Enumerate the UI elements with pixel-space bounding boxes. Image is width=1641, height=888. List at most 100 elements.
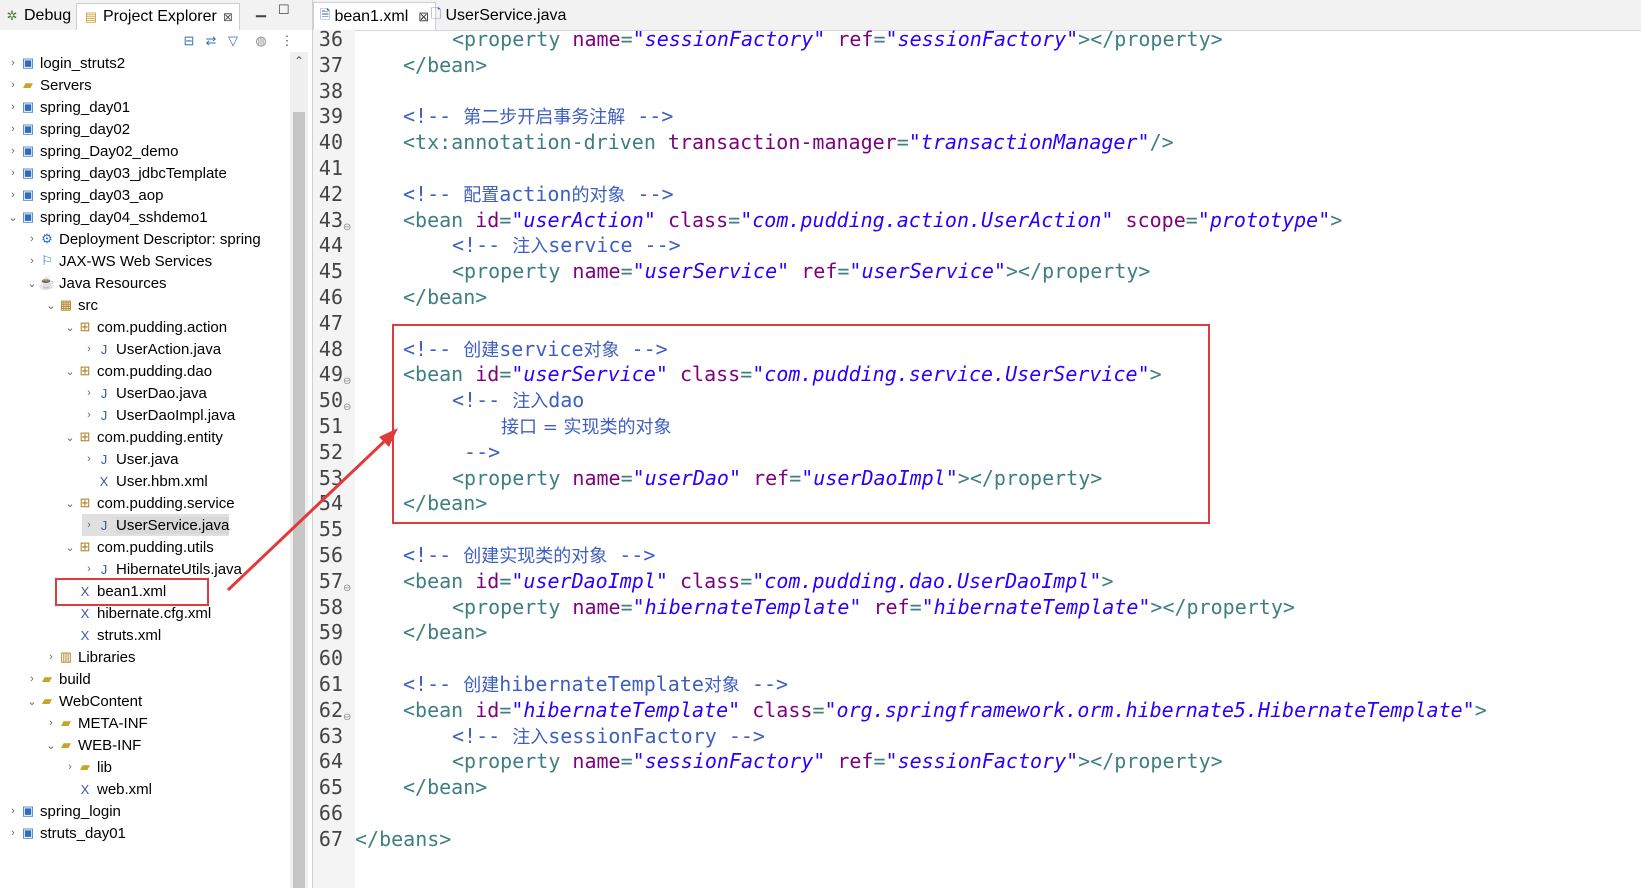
- chevron-down-icon[interactable]: ⌄: [63, 365, 77, 378]
- tree-item[interactable]: ⌄ ▦ src: [44, 294, 98, 316]
- tree-item[interactable]: ⌄ ⊞ com.pudding.utils: [63, 536, 213, 558]
- tree-item[interactable]: › J HibernateUtils.java: [82, 558, 242, 580]
- tree-item[interactable]: X User.hbm.xml: [82, 470, 208, 492]
- code-line[interactable]: 66: [313, 800, 1641, 826]
- chevron-right-icon[interactable]: ›: [82, 519, 96, 531]
- tree-item[interactable]: › ▣ spring_Day02_demo: [6, 140, 178, 162]
- code-line[interactable]: 36 <property name="sessionFactory" ref="s…: [313, 30, 1641, 52]
- code-line[interactable]: 57 ⊖ <bean id="userDaoImpl" class="com.pud…: [313, 568, 1641, 594]
- chevron-down-icon[interactable]: ⌄: [63, 541, 77, 554]
- tab-debug[interactable]: ✲ Debug: [4, 3, 72, 29]
- chevron-right-icon[interactable]: ›: [82, 409, 96, 421]
- chevron-right-icon[interactable]: ›: [6, 805, 20, 817]
- chevron-right-icon[interactable]: ›: [6, 123, 20, 135]
- chevron-right-icon[interactable]: ›: [6, 101, 20, 113]
- chevron-right-icon[interactable]: ›: [25, 233, 39, 245]
- tree-item[interactable]: › ⚙ Deployment Descriptor: spring: [25, 228, 261, 250]
- tree-item[interactable]: ⌄ ☕ Java Resources: [25, 272, 166, 294]
- tree-item[interactable]: › J UserService.java: [82, 514, 230, 536]
- view-menu-icon[interactable]: ⋮: [278, 32, 296, 50]
- tree-item[interactable]: › ▰ build: [25, 668, 91, 690]
- minimize-icon[interactable]: ▁: [256, 2, 266, 18]
- code-line[interactable]: 40 <tx:annotation-driven transaction-mana…: [313, 129, 1641, 155]
- close-icon[interactable]: ⊠: [223, 10, 233, 24]
- tab-userservice-java[interactable]: 🗋 UserService.java: [425, 2, 572, 29]
- chevron-right-icon[interactable]: ›: [25, 255, 39, 267]
- chevron-up-icon[interactable]: ⌃: [290, 52, 308, 70]
- code-line[interactable]: 63 <!-- 注入sessionFactory -->: [313, 723, 1641, 749]
- tree-item[interactable]: › ▣ spring_login: [6, 800, 121, 822]
- tree-item[interactable]: ⌄ ⊞ com.pudding.dao: [63, 360, 212, 382]
- code-line[interactable]: 38: [313, 78, 1641, 104]
- tree-item[interactable]: › ▰ META-INF: [44, 712, 148, 734]
- code-line[interactable]: 45 <property name="userService" ref="user…: [313, 258, 1641, 284]
- chevron-right-icon[interactable]: ›: [63, 761, 77, 773]
- code-line[interactable]: 56 <!-- 创建实现类的对象 -->: [313, 542, 1641, 568]
- chevron-down-icon[interactable]: ⌄: [25, 695, 39, 708]
- chevron-right-icon[interactable]: ›: [6, 145, 20, 157]
- chevron-right-icon[interactable]: ›: [6, 167, 20, 179]
- code-line[interactable]: 64 <property name="sessionFactory" ref="s…: [313, 748, 1641, 774]
- collapse-all-icon[interactable]: ⊟: [180, 32, 198, 50]
- tab-bean1-xml[interactable]: 🗎 bean1.xml ⊠: [313, 2, 437, 30]
- chevron-right-icon[interactable]: ›: [82, 387, 96, 399]
- code-line[interactable]: 59 </bean>: [313, 619, 1641, 645]
- chevron-right-icon[interactable]: ›: [6, 827, 20, 839]
- chevron-right-icon[interactable]: ›: [82, 453, 96, 465]
- chevron-down-icon[interactable]: ⌄: [6, 211, 20, 224]
- tree-item[interactable]: › J User.java: [82, 448, 178, 470]
- tree-item[interactable]: › J UserDaoImpl.java: [82, 404, 235, 426]
- code-line[interactable]: 41: [313, 155, 1641, 181]
- tree-scrollbar[interactable]: ⌃: [290, 52, 308, 888]
- chevron-right-icon[interactable]: ›: [6, 79, 20, 91]
- tree-item[interactable]: › ▥ Libraries: [44, 646, 135, 668]
- code-line[interactable]: 61 <!-- 创建hibernateTemplate对象 -->: [313, 671, 1641, 697]
- code-line[interactable]: 43 ⊖ <bean id="userAction" class="com.pudd…: [313, 207, 1641, 233]
- chevron-right-icon[interactable]: ›: [82, 343, 96, 355]
- chevron-right-icon[interactable]: ›: [6, 57, 20, 69]
- tree-item[interactable]: ⌄ ⊞ com.pudding.service: [63, 492, 234, 514]
- tree-item[interactable]: ⌄ ⊞ com.pudding.action: [63, 316, 227, 338]
- chevron-right-icon[interactable]: ›: [82, 563, 96, 575]
- tree-item[interactable]: › ▣ login_struts2: [6, 52, 125, 74]
- code-line[interactable]: 46 </bean>: [313, 284, 1641, 310]
- chevron-down-icon[interactable]: ⌄: [25, 277, 39, 290]
- tree-item[interactable]: › ▣ spring_day01: [6, 96, 130, 118]
- chevron-down-icon[interactable]: ⌄: [63, 497, 77, 510]
- code-line[interactable]: 62 ⊖ <bean id="hibernateTemplate" class="o…: [313, 697, 1641, 723]
- tree-item[interactable]: ⌄ ▰ WEB-INF: [44, 734, 141, 756]
- tree-item[interactable]: Xstruts.xml: [63, 624, 162, 646]
- tree-item[interactable]: › J UserDao.java: [82, 382, 207, 404]
- tree-item[interactable]: › ▣ spring_day03_jdbcTemplate: [6, 162, 227, 184]
- tree-item[interactable]: › J UserAction.java: [82, 338, 221, 360]
- code-line[interactable]: 44 <!-- 注入service -->: [313, 232, 1641, 258]
- filter-icon[interactable]: ▽: [224, 32, 242, 50]
- code-line[interactable]: 58 <property name="hibernateTemplate" ref…: [313, 594, 1641, 620]
- maximize-icon[interactable]: ☐: [278, 2, 290, 18]
- chevron-down-icon[interactable]: ⌄: [63, 431, 77, 444]
- chevron-right-icon[interactable]: ›: [44, 651, 58, 663]
- code-line[interactable]: 37 </bean>: [313, 52, 1641, 78]
- tree-item[interactable]: › ▣ spring_day03_aop: [6, 184, 163, 206]
- tree-item[interactable]: Xweb.xml: [63, 778, 152, 800]
- link-with-editor-icon[interactable]: ⇄: [202, 32, 220, 50]
- tree-item[interactable]: › ⚐ JAX-WS Web Services: [25, 250, 212, 272]
- tree-item[interactable]: ⌄ ⊞ com.pudding.entity: [63, 426, 223, 448]
- chevron-right-icon[interactable]: ›: [6, 189, 20, 201]
- chevron-down-icon[interactable]: ⌄: [44, 299, 58, 312]
- scrollbar-thumb[interactable]: [293, 112, 305, 888]
- code-line[interactable]: 65 </bean>: [313, 774, 1641, 800]
- focus-icon[interactable]: ◍: [252, 32, 270, 50]
- chevron-down-icon[interactable]: ⌄: [44, 739, 58, 752]
- chevron-down-icon[interactable]: ⌄: [63, 321, 77, 334]
- tree-item[interactable]: › ▰ Servers: [6, 74, 92, 96]
- code-line[interactable]: 42 <!-- 配置action的对象 -->: [313, 181, 1641, 207]
- code-line[interactable]: 67 </beans>: [313, 826, 1641, 852]
- tree-item[interactable]: › ▣ spring_day02: [6, 118, 130, 140]
- tree-item[interactable]: ⌄ ▰ WebContent: [25, 690, 142, 712]
- code-line[interactable]: 39 <!-- 第二步开启事务注解 -->: [313, 103, 1641, 129]
- tree-item[interactable]: ⌄ ▣ spring_day04_sshdemo1: [6, 206, 207, 228]
- code-line[interactable]: 60: [313, 645, 1641, 671]
- chevron-right-icon[interactable]: ›: [25, 673, 39, 685]
- tree-item[interactable]: › ▣ struts_day01: [6, 822, 126, 844]
